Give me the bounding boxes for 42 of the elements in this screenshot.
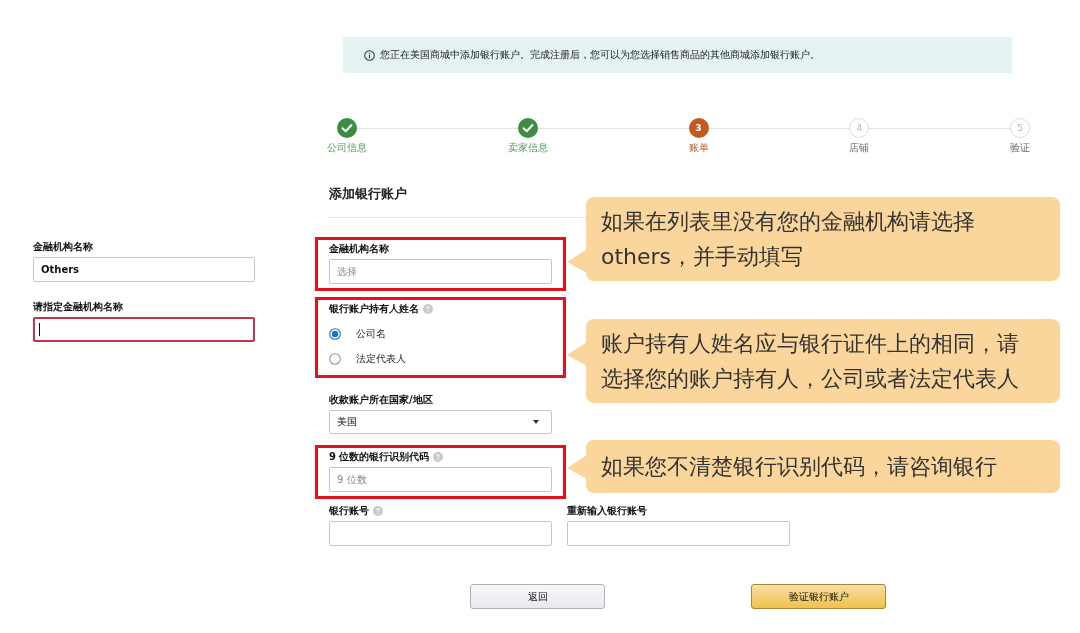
country-select[interactable]: 美国 (329, 410, 552, 434)
step-number: 5 (1010, 118, 1030, 138)
input-field[interactable] (33, 317, 255, 342)
check-circle-icon (517, 118, 538, 138)
field-label: 金融机构名称 (33, 240, 93, 253)
callout: 如果您不清楚银行识别代码，请咨询银行 (567, 440, 1060, 493)
field-label: 银行账号 (329, 504, 369, 517)
input-field[interactable]: 9 位数 (329, 467, 552, 492)
text-cursor-icon (39, 323, 40, 336)
banner-text: 您正在美国商城中添加银行账户。完成注册后，您可以为您选择销售商品的其他商城添加银行账户。 (380, 48, 820, 62)
field-label: 银行账户持有人姓名 (329, 302, 419, 315)
radio-button[interactable] (329, 328, 341, 340)
step-label: 卖家信息 (507, 141, 548, 154)
step-number: 3 (688, 118, 709, 138)
field-label: 金融机构名称 (329, 242, 389, 255)
callout: 账户持有人姓名应与银行证件上的相同，请选择您的账户持有人，公司或者法定代表人 (567, 319, 1060, 403)
radio-button[interactable] (329, 353, 341, 365)
field-label: 收款账户所在国家/地区 (329, 393, 433, 406)
callout: 如果在列表里没有您的金融机构请选择others，并手动填写 (567, 197, 1060, 281)
help-icon[interactable] (373, 505, 383, 516)
input-field[interactable]: Others (33, 257, 255, 282)
step-label: 公司信息 (327, 141, 367, 154)
input-field[interactable]: 选择 (329, 259, 552, 284)
step-label: 验证 (1010, 141, 1030, 154)
help-icon[interactable] (423, 303, 433, 314)
step-number: 4 (849, 118, 870, 138)
section-heading: 添加银行账户 (329, 186, 407, 202)
field-label: 重新输入银行账号 (567, 504, 647, 517)
caret-icon (533, 420, 539, 424)
step-label: 账单 (688, 141, 709, 154)
radio-label: 法定代表人 (356, 352, 406, 366)
help-icon[interactable] (433, 451, 444, 462)
field-label: 9 位数的银行识别代码 (329, 450, 430, 463)
info-icon (364, 49, 375, 61)
radio-label: 公司名 (356, 327, 386, 341)
input-field[interactable] (567, 521, 790, 546)
input-field[interactable] (329, 521, 552, 546)
step-label: 店铺 (849, 141, 870, 154)
check-circle-icon (337, 118, 357, 138)
back-button[interactable]: 返回 (470, 584, 605, 609)
field-label: 请指定金融机构名称 (33, 300, 123, 313)
verify-button[interactable]: 验证银行账户 (751, 584, 886, 609)
